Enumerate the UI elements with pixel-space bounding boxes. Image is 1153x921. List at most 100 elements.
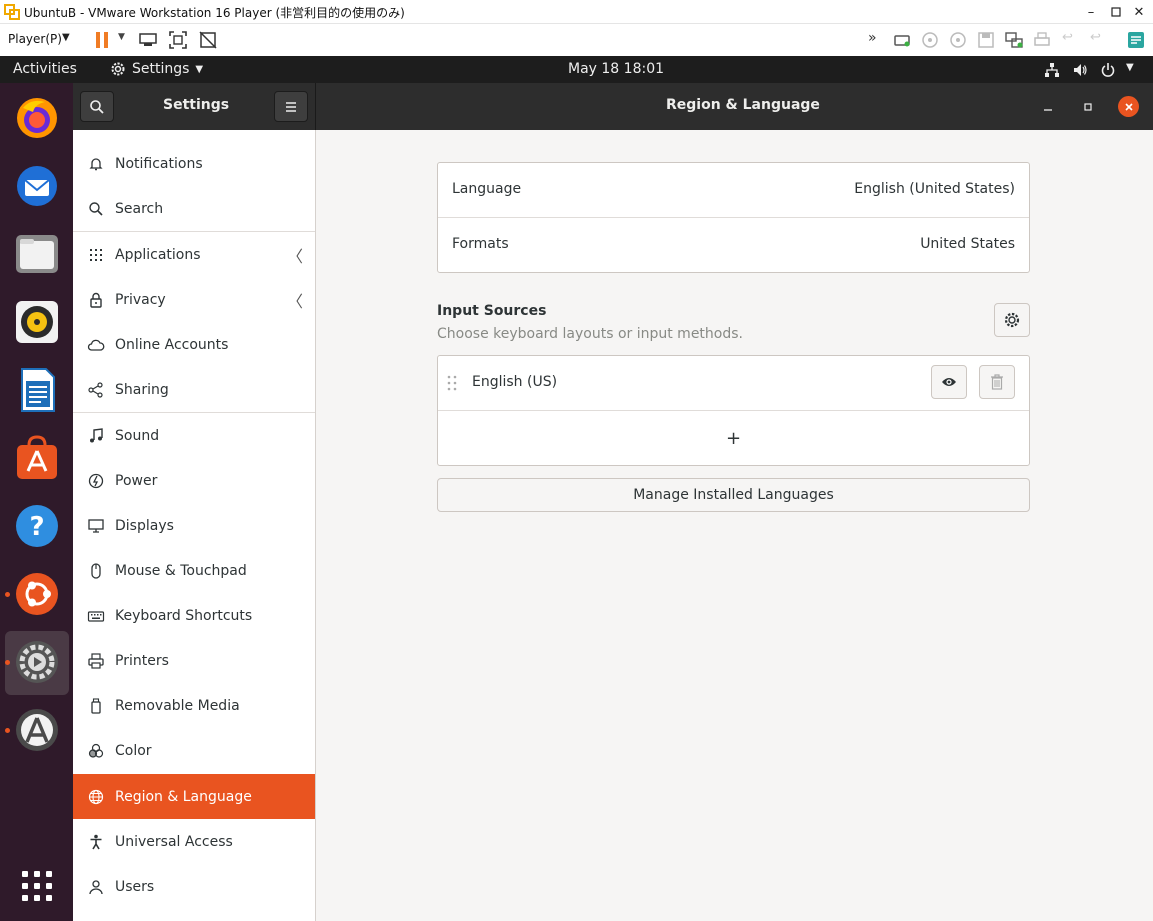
pause-icon[interactable] <box>92 30 112 50</box>
input-source-row[interactable]: English (US) <box>438 356 1029 410</box>
dock-ubuntu-software[interactable] <box>10 431 64 485</box>
sidebar-item-search[interactable]: Search <box>73 186 315 231</box>
sidebar-item-label: Region & Language <box>115 788 252 805</box>
sidebar-item-power[interactable]: Power <box>73 458 315 503</box>
apps-grid-icon <box>90 248 102 261</box>
minimize-window-button[interactable]: – <box>1080 2 1102 22</box>
input-sources-subtitle: Choose keyboard layouts or input methods… <box>437 326 743 342</box>
add-input-source-button[interactable]: + <box>438 411 1029 465</box>
lock-icon <box>90 292 102 308</box>
dock-ubuntu[interactable] <box>10 567 64 621</box>
input-sources-options-button[interactable] <box>994 303 1030 337</box>
sidebar-item-label: Color <box>115 742 152 759</box>
power-dropdown-icon[interactable]: ▼ <box>118 32 125 42</box>
usb-icon[interactable]: ↩ <box>1062 30 1073 45</box>
cd-dvd-icon[interactable] <box>920 30 940 50</box>
manage-installed-languages-button[interactable]: Manage Installed Languages <box>437 478 1030 512</box>
sidebar-item-online-accounts[interactable]: Online Accounts <box>73 322 315 367</box>
system-menu-arrow-icon[interactable]: ▼ <box>1126 62 1134 73</box>
fullscreen-icon[interactable] <box>168 30 188 50</box>
restore-button[interactable] <box>1078 97 1098 117</box>
dock-firefox[interactable] <box>10 91 64 145</box>
app-menu[interactable]: Settings ▼ <box>110 61 203 77</box>
hard-disk-icon[interactable] <box>892 30 912 50</box>
sidebar-item-universal-access[interactable]: Universal Access <box>73 819 315 864</box>
activities-button[interactable]: Activities <box>13 61 77 77</box>
send-ctrl-alt-del-icon[interactable] <box>138 30 158 50</box>
dock-thunderbird[interactable] <box>10 159 64 213</box>
show-layout-button[interactable] <box>931 365 967 399</box>
sidebar-item-sound[interactable]: Sound <box>73 413 315 458</box>
users-icon <box>89 879 103 894</box>
sidebar-item-users[interactable]: Users <box>73 864 315 909</box>
dock-files[interactable] <box>10 227 64 281</box>
dock-settings[interactable] <box>10 635 64 689</box>
minimize-button[interactable] <box>1038 97 1058 117</box>
language-row[interactable]: Language English (United States) <box>438 163 1029 217</box>
rhythmbox-icon <box>16 301 58 343</box>
dock-help[interactable]: ? <box>10 499 64 553</box>
player-menu-dropdown-icon[interactable]: ▼ <box>62 32 70 43</box>
dock: ? <box>0 83 73 921</box>
printer-icon[interactable] <box>1032 30 1052 50</box>
files-icon <box>16 235 58 273</box>
dock-software-updater[interactable] <box>10 703 64 757</box>
gnome-top-bar: Activities Settings ▼ May 18 18:01 ▼ <box>0 56 1153 83</box>
printer-icon <box>88 652 104 669</box>
gear-icon <box>1004 312 1020 328</box>
sidebar-item-color[interactable]: Color <box>73 728 315 773</box>
more-devices-icon[interactable]: » <box>868 30 877 46</box>
close-window-button[interactable]: ✕ <box>1128 2 1150 22</box>
cd-dvd-2-icon[interactable] <box>948 30 968 50</box>
floppy-icon[interactable] <box>976 30 996 50</box>
minimize-icon <box>1044 109 1052 111</box>
usb-drive-icon <box>91 697 101 714</box>
sidebar-item-displays[interactable]: Displays <box>73 503 315 548</box>
dock-libreoffice-writer[interactable] <box>10 363 64 417</box>
ubuntu-software-icon <box>17 435 57 479</box>
dock-show-apps[interactable] <box>10 859 64 913</box>
remove-input-source-button[interactable] <box>979 365 1015 399</box>
chevron-right-icon: 〈 <box>287 291 304 311</box>
unity-mode-icon[interactable] <box>198 30 218 50</box>
search-button[interactable] <box>80 91 114 122</box>
keyboard-icon <box>87 610 105 622</box>
sidebar-item-region-language[interactable]: Region & Language <box>73 774 315 819</box>
panel-header: Region & Language <box>316 83 1153 130</box>
primary-menu-button[interactable] <box>274 91 308 122</box>
display-icon <box>88 518 104 533</box>
mouse-icon <box>91 562 101 579</box>
sidebar-item-label: Search <box>115 200 164 217</box>
search-icon <box>89 201 103 216</box>
clock[interactable]: May 18 18:01 <box>568 61 664 77</box>
sidebar-title: Settings <box>163 97 230 113</box>
network-adapter-icon[interactable] <box>1004 30 1024 50</box>
hamburger-menu-icon <box>286 101 296 112</box>
sidebar-item-notifications[interactable]: Notifications <box>73 141 315 186</box>
sidebar-item-privacy[interactable]: Privacy 〈 <box>73 277 315 322</box>
vmware-toolbar: Player(P) ▼ ▼ » ↩ ↩ <box>0 24 1153 56</box>
drag-handle-icon[interactable] <box>446 374 458 392</box>
sidebar-item-sharing[interactable]: Sharing <box>73 367 315 412</box>
power-icon[interactable] <box>1100 62 1116 78</box>
sidebar-item-label: Privacy <box>115 291 166 308</box>
thunderbird-icon <box>17 166 57 206</box>
dock-rhythmbox[interactable] <box>10 295 64 349</box>
maximize-window-button[interactable] <box>1105 2 1127 22</box>
sidebar-item-printers[interactable]: Printers <box>73 638 315 683</box>
network-wired-icon[interactable] <box>1044 62 1060 78</box>
sound-card-icon[interactable]: ↩ <box>1090 30 1101 45</box>
sidebar-item-mouse-touchpad[interactable]: Mouse & Touchpad <box>73 548 315 593</box>
input-sources-frame: English (US) + <box>437 355 1030 466</box>
sidebar-item-removable-media[interactable]: Removable Media <box>73 683 315 728</box>
player-menu[interactable]: Player(P) <box>8 32 62 46</box>
formats-value: United States <box>920 236 1015 252</box>
software-updater-icon <box>16 709 58 751</box>
close-button[interactable] <box>1118 96 1139 117</box>
share-icon <box>88 381 103 398</box>
message-log-icon[interactable] <box>1126 30 1146 50</box>
sidebar-item-applications[interactable]: Applications 〈 <box>73 232 315 277</box>
formats-row[interactable]: Formats United States <box>438 218 1029 272</box>
sidebar-item-keyboard-shortcuts[interactable]: Keyboard Shortcuts <box>73 593 315 638</box>
volume-icon[interactable] <box>1072 62 1088 78</box>
